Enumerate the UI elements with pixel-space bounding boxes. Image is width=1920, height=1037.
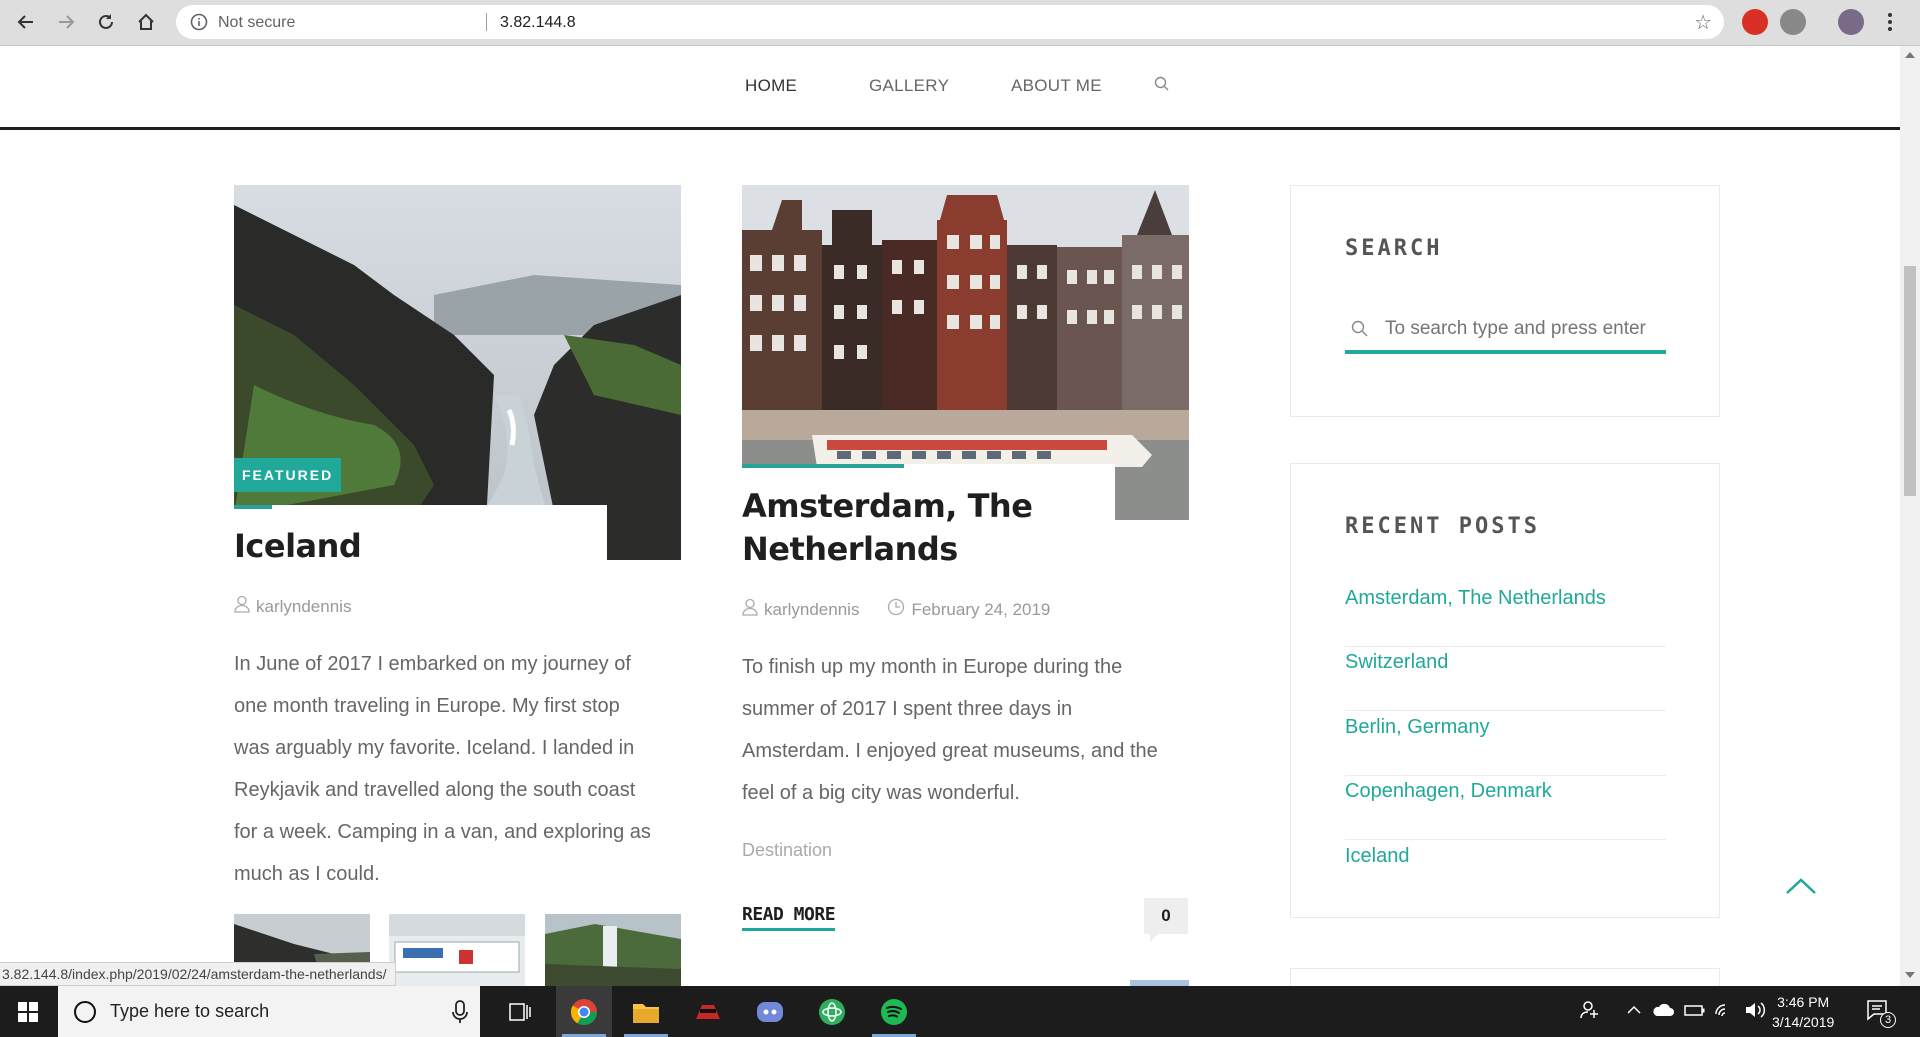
- reload-icon[interactable]: [92, 8, 120, 36]
- recent-posts-widget: RECENT POSTS Amsterdam, The Netherlands …: [1290, 463, 1720, 918]
- page-scrollbar[interactable]: [1900, 46, 1920, 986]
- forward-arrow-icon[interactable]: [52, 8, 80, 36]
- nav-home[interactable]: HOME: [745, 76, 797, 96]
- post-author[interactable]: karlyndennis: [256, 597, 351, 617]
- nav-about-me[interactable]: ABOUT ME: [1011, 76, 1102, 96]
- search-widget: SEARCH: [1290, 185, 1720, 417]
- chrome-icon[interactable]: [556, 986, 612, 1037]
- post-title-iceland[interactable]: Iceland: [234, 525, 362, 568]
- notification-count: 3: [1880, 1012, 1896, 1028]
- battery-icon[interactable]: [1684, 1000, 1706, 1025]
- next-widget: [1290, 968, 1720, 988]
- star-icon[interactable]: ☆: [1694, 10, 1712, 35]
- nav-gallery[interactable]: GALLERY: [869, 76, 949, 96]
- clock-date: 3/14/2019: [1772, 1014, 1835, 1030]
- post-excerpt-iceland: In June of 2017 I embarked on my journey…: [234, 653, 651, 885]
- comment-count-badge[interactable]: 0: [1144, 898, 1188, 942]
- taskbar: Type here to search 3:46 PM 3/14/2019 3: [0, 986, 1920, 1037]
- chevron-up-icon[interactable]: [1626, 1000, 1642, 1025]
- url-text[interactable]: 3.82.144.8: [500, 14, 576, 32]
- post-meta-amsterdam: karlyndennis February 24, 2019: [742, 598, 1050, 621]
- post-category[interactable]: Destination: [742, 840, 832, 861]
- discord-icon[interactable]: [742, 986, 798, 1037]
- home-icon[interactable]: [132, 8, 160, 36]
- clock-time: 3:46 PM: [1777, 994, 1830, 1010]
- post-date[interactable]: February 24, 2019: [911, 600, 1050, 620]
- recent-post-link[interactable]: Iceland: [1345, 841, 1666, 905]
- post-meta-iceland: karlyndennis: [234, 595, 351, 618]
- back-to-top-button[interactable]: [1784, 876, 1818, 901]
- chevron-up-icon: [1784, 878, 1818, 900]
- teal-accent-line: [742, 464, 904, 468]
- recent-post-link[interactable]: Copenhagen, Denmark: [1345, 776, 1666, 840]
- game-app-icon[interactable]: [680, 986, 736, 1037]
- widget-title-search: SEARCH: [1345, 236, 1443, 261]
- extension-icon[interactable]: [1780, 9, 1806, 35]
- atom-app-icon[interactable]: [804, 986, 860, 1037]
- browser-toolbar: Not secure 3.82.144.8 ☆: [0, 0, 1920, 46]
- volume-icon[interactable]: [1744, 1000, 1766, 1025]
- search-icon[interactable]: [1154, 76, 1170, 97]
- folder-icon[interactable]: [618, 986, 674, 1037]
- recent-post-link[interactable]: Switzerland: [1345, 647, 1666, 711]
- featured-badge[interactable]: FEATURED: [234, 458, 342, 492]
- windows-icon[interactable]: [0, 986, 56, 1037]
- user-icon: [234, 595, 250, 618]
- search-input[interactable]: [1385, 314, 1660, 344]
- widget-title-recent-posts: RECENT POSTS: [1345, 514, 1540, 539]
- teal-accent-line: [234, 505, 272, 509]
- site-header: HOME GALLERY ABOUT ME: [0, 46, 1900, 130]
- omnibox-separator: [486, 13, 487, 31]
- search-field[interactable]: [1345, 308, 1666, 354]
- status-bar-url: 3.82.144.8/index.php/2019/02/24/amsterda…: [0, 962, 396, 986]
- address-bar[interactable]: Not secure 3.82.144.8 ☆: [176, 5, 1724, 39]
- read-more-link[interactable]: READ MORE: [742, 904, 836, 931]
- spotify-icon[interactable]: [866, 986, 922, 1037]
- menu-icon[interactable]: [1876, 8, 1904, 36]
- gallery-thumbnail[interactable]: [389, 914, 525, 986]
- scroll-up-arrow[interactable]: [1905, 52, 1915, 58]
- avatar[interactable]: [1838, 9, 1864, 35]
- post-excerpt-amsterdam: To finish up my month in Europe during t…: [742, 656, 1158, 804]
- post-title-amsterdam[interactable]: Amsterdam, The Netherlands: [742, 485, 1033, 571]
- recent-post-link[interactable]: Amsterdam, The Netherlands: [1345, 583, 1666, 647]
- post-image-iceland[interactable]: [234, 185, 681, 560]
- user-icon: [742, 598, 758, 621]
- task-view-icon[interactable]: [492, 986, 548, 1037]
- mic-icon[interactable]: [452, 1000, 468, 1029]
- taskbar-search[interactable]: Type here to search: [58, 986, 480, 1037]
- cloud-icon[interactable]: [1652, 1000, 1674, 1025]
- people-icon[interactable]: [1580, 1000, 1600, 1025]
- extension-adblock-icon[interactable]: [1742, 9, 1768, 35]
- wifi-icon[interactable]: [1714, 1000, 1736, 1025]
- taskbar-search-placeholder: Type here to search: [110, 1001, 270, 1021]
- notification-icon[interactable]: 3: [1866, 998, 1896, 1028]
- security-label: Not secure: [218, 14, 296, 31]
- search-icon: [1351, 320, 1369, 343]
- recent-post-link[interactable]: Berlin, Germany: [1345, 712, 1666, 776]
- clock-icon: [887, 598, 905, 621]
- post-author[interactable]: karlyndennis: [764, 600, 859, 620]
- cortana-icon: [74, 1001, 96, 1023]
- back-arrow-icon[interactable]: [12, 8, 40, 36]
- info-icon[interactable]: [190, 13, 208, 36]
- gallery-thumbnail[interactable]: [545, 914, 681, 986]
- scroll-down-arrow[interactable]: [1905, 972, 1915, 978]
- taskbar-clock[interactable]: 3:46 PM 3/14/2019: [1772, 992, 1834, 1032]
- scrollbar-thumb[interactable]: [1904, 266, 1916, 496]
